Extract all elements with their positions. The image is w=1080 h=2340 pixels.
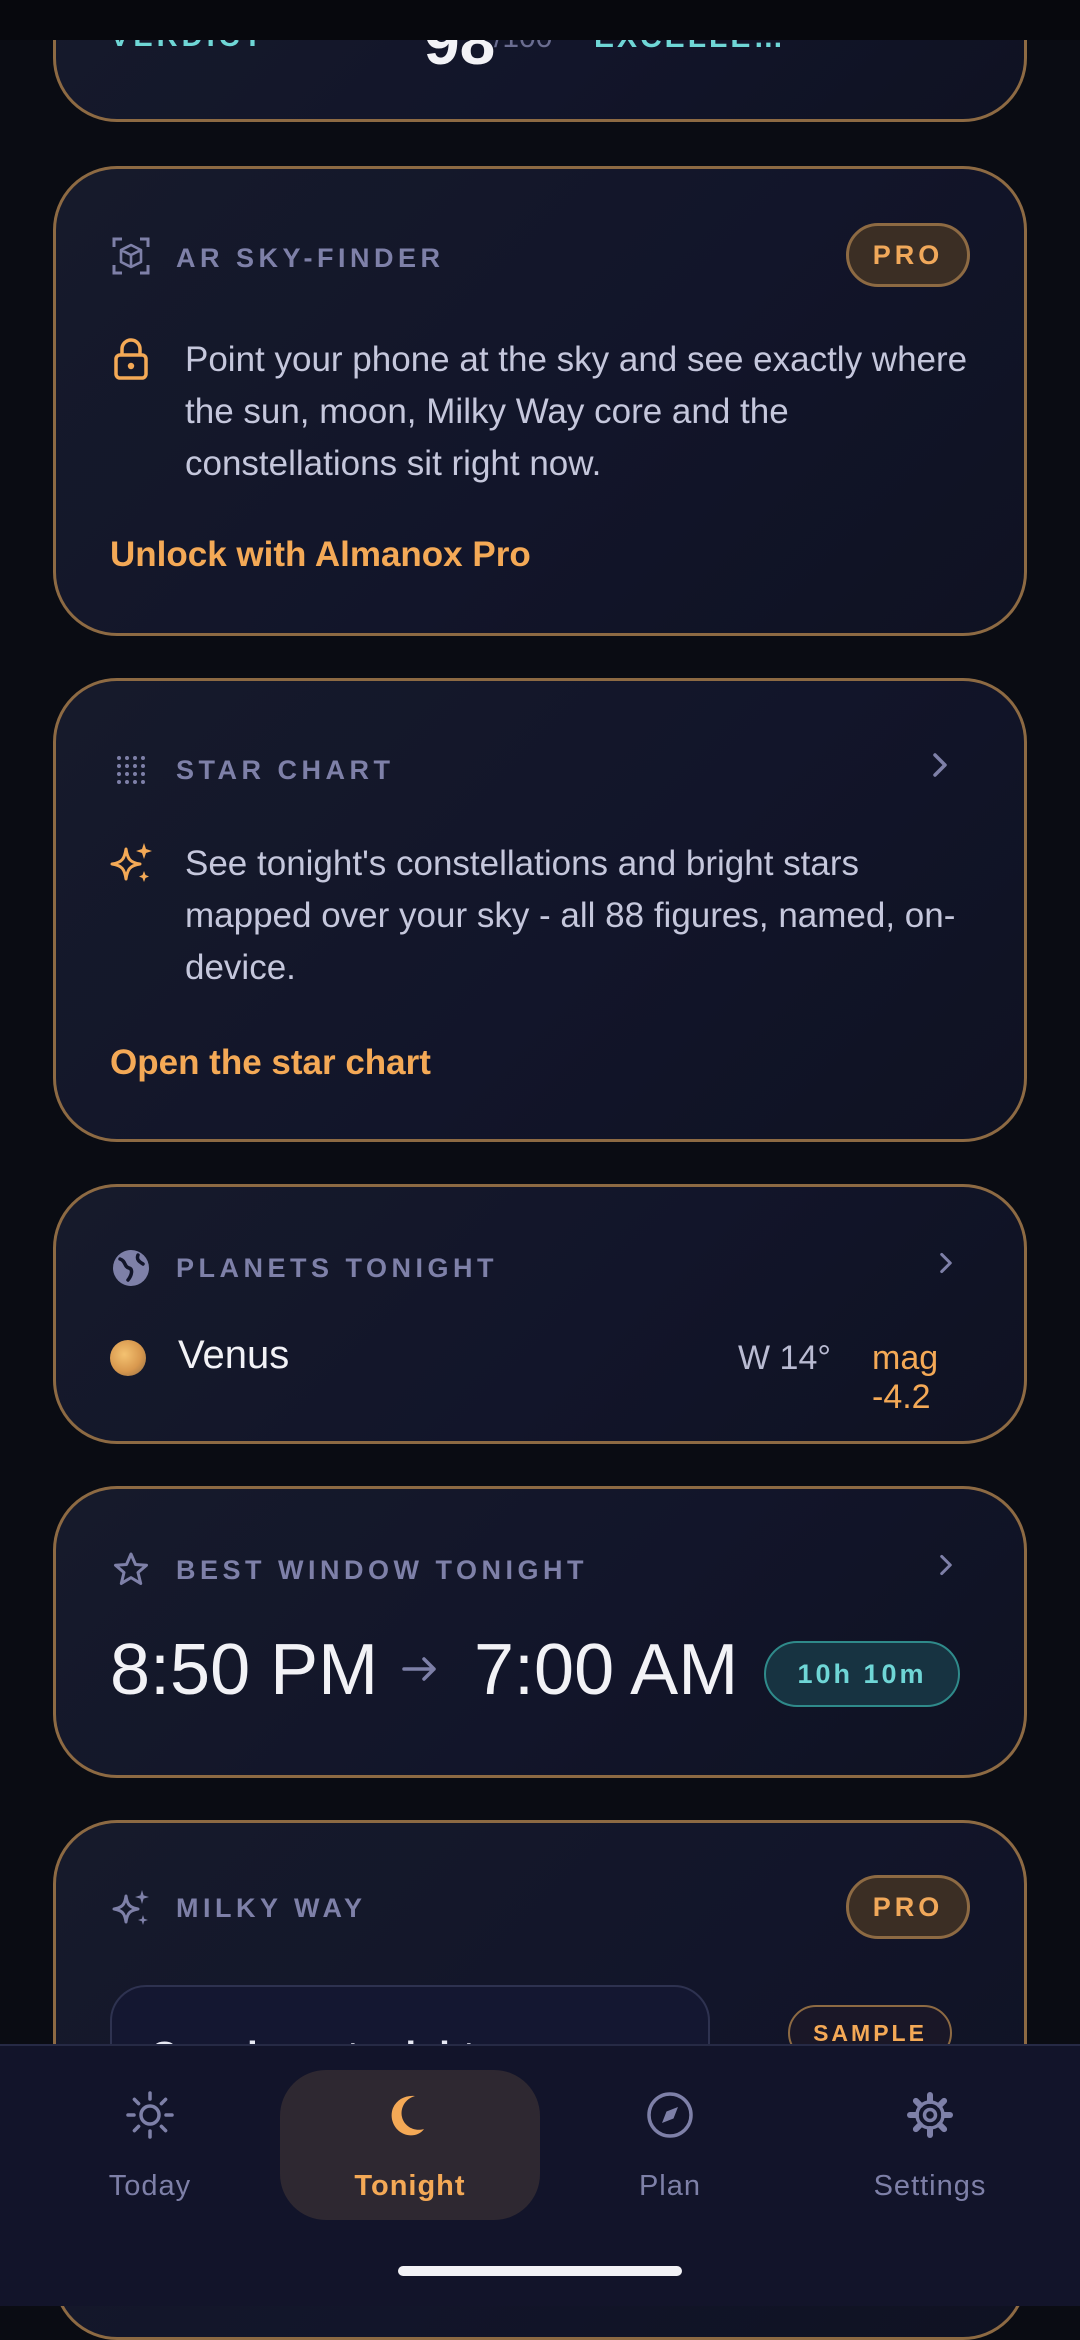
sun-icon <box>126 2091 174 2139</box>
duration-badge: 10h 10m <box>764 1641 960 1707</box>
nav-tab-today[interactable]: Today <box>20 2070 280 2220</box>
ar-cube-icon <box>112 237 150 275</box>
window-end-time: 7:00 AM <box>474 1630 739 1710</box>
card-title: MILKY WAY <box>176 1893 367 1923</box>
moon-icon <box>391 2095 424 2136</box>
nav-label: Tonight <box>354 2170 466 2202</box>
venus-dot-icon <box>110 1340 146 1376</box>
open-star-chart-link[interactable]: Open the star chart <box>110 1043 431 1083</box>
card-title: BEST WINDOW TONIGHT <box>176 1555 588 1585</box>
planet-row[interactable]: Venus W 14° mag -4.2 <box>110 1327 976 1416</box>
star-outline-icon <box>114 1552 148 1585</box>
nav-label: Today <box>108 2170 192 2202</box>
sparkle-icon <box>110 843 152 882</box>
compass-icon <box>647 2092 693 2138</box>
best-window-card[interactable]: BEST WINDOW TONIGHT 8:50 PM 7:00 AM 10h … <box>53 1486 1027 1778</box>
chevron-right-icon[interactable] <box>926 751 954 779</box>
card-title: AR SKY-FINDER <box>176 243 445 273</box>
unlock-pro-link[interactable]: Unlock with Almanox Pro <box>110 535 531 575</box>
pro-badge: PRO <box>846 1875 970 1939</box>
chevron-right-icon[interactable] <box>934 1553 958 1577</box>
nav-label: Plan <box>638 2170 702 2202</box>
chevron-right-icon[interactable] <box>934 1251 958 1275</box>
card-title: PLANETS TONIGHT <box>176 1253 499 1283</box>
nav-tab-settings[interactable]: Settings <box>800 2070 1060 2220</box>
status-bar <box>0 0 1080 40</box>
sparkles-icon <box>112 1890 149 1925</box>
star-chart-description: See tonight's constellations and bright … <box>185 844 956 987</box>
star-chart-card[interactable]: STAR CHART See tonight's constellations … <box>53 678 1027 1142</box>
star-grid-icon <box>117 756 145 784</box>
planet-magnitude: mag -4.2 <box>872 1339 939 1416</box>
pro-badge: PRO <box>846 223 970 287</box>
nav-tab-tonight[interactable]: Tonight <box>280 2070 540 2220</box>
lock-icon <box>114 338 148 380</box>
window-start-time: 8:50 PM <box>110 1630 379 1710</box>
ar-description: Point your phone at the sky and see exac… <box>185 340 968 483</box>
nav-label: Settings <box>873 2170 987 2202</box>
home-indicator[interactable] <box>398 2266 682 2276</box>
planet-name: Venus <box>178 1333 290 1377</box>
ar-sky-finder-card[interactable]: AR SKY-FINDER PRO Point your phone at th… <box>53 166 1027 636</box>
nav-tab-plan[interactable]: Plan <box>540 2070 800 2220</box>
gear-icon <box>907 2092 953 2138</box>
planet-direction: W 14° <box>738 1339 831 1377</box>
card-title: STAR CHART <box>176 755 395 785</box>
arrow-right-icon <box>402 1657 436 1681</box>
planets-tonight-card[interactable]: PLANETS TONIGHT Venus W 14° mag -4.2 <box>53 1184 1027 1444</box>
globe-icon <box>113 1250 149 1286</box>
